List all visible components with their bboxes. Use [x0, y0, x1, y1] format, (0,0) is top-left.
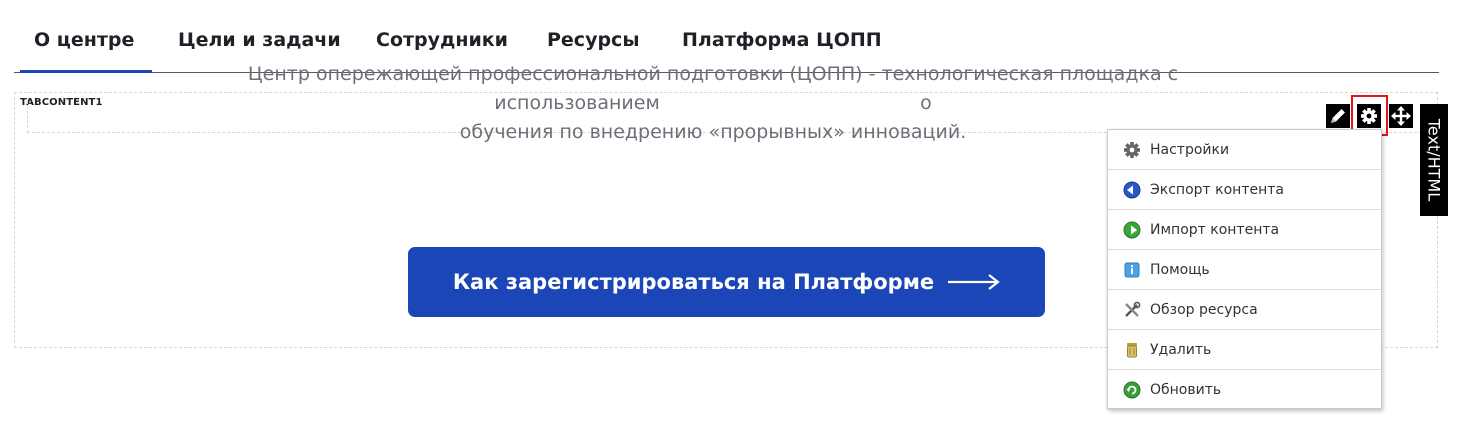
register-button[interactable]: Как зарегистрироваться на Платформе [408, 247, 1045, 317]
export-icon [1123, 181, 1141, 199]
text-html-side-tab[interactable]: Text/HTML [1420, 104, 1448, 216]
edit-button[interactable] [1326, 104, 1350, 128]
refresh-icon [1123, 381, 1141, 399]
menu-item-help[interactable]: Помощь [1108, 250, 1381, 290]
menu-item-export[interactable]: Экспорт контента [1108, 170, 1381, 210]
tools-icon [1123, 301, 1141, 319]
menu-item-refresh[interactable]: Обновить [1108, 370, 1381, 410]
pencil-icon [1331, 109, 1345, 123]
help-icon [1123, 261, 1141, 279]
arrow-right-icon [948, 274, 1000, 290]
description-line-1: Центр опережающей профессиональной подго… [247, 63, 1179, 114]
description-tail: о [920, 92, 932, 114]
menu-item-delete[interactable]: Удалить [1108, 330, 1381, 370]
menu-item-import[interactable]: Импорт контента [1108, 210, 1381, 250]
menu-item-resource-overview[interactable]: Обзор ресурса [1108, 290, 1381, 330]
register-button-label: Как зарегистрироваться на Платформе [452, 270, 935, 294]
move-arrows-icon [1391, 106, 1411, 126]
move-button[interactable] [1389, 104, 1413, 128]
gear-icon [1123, 141, 1141, 159]
settings-dropdown-menu: Настройки Экспорт контента Импорт контен… [1107, 129, 1382, 409]
menu-item-settings[interactable]: Настройки [1108, 130, 1381, 170]
import-icon [1123, 221, 1141, 239]
trash-icon [1123, 341, 1141, 359]
